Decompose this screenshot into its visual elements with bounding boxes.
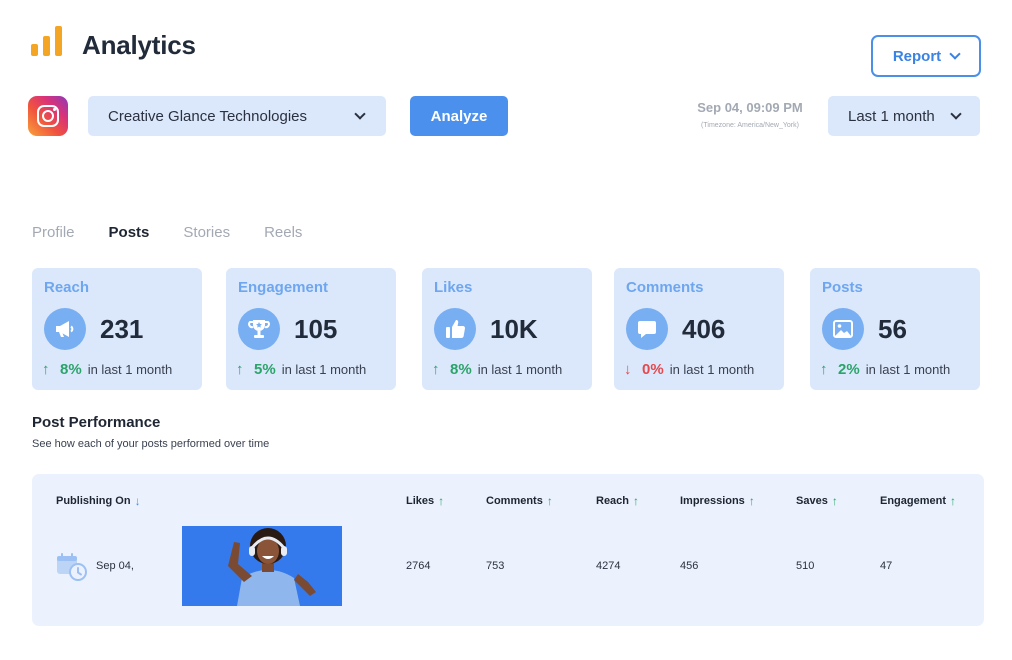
arrow-up-icon: ↑ bbox=[236, 361, 244, 378]
thumbs-up-icon bbox=[434, 308, 476, 350]
column-label: Publishing On bbox=[56, 495, 131, 507]
post-performance-table: Publishing On ↓ Likes ↑ Comments ↑ Reach… bbox=[32, 474, 984, 626]
stat-card-trend: ↑ 8% in last 1 month bbox=[42, 361, 172, 378]
column-label: Impressions bbox=[680, 495, 745, 507]
cell-reach: 4274 bbox=[596, 560, 621, 572]
tab-profile[interactable]: Profile bbox=[32, 224, 75, 241]
column-header-comments[interactable]: Comments ↑ bbox=[486, 494, 553, 508]
sort-arrow-up-icon: ↑ bbox=[546, 494, 553, 508]
image-icon bbox=[822, 308, 864, 350]
trend-period: in last 1 month bbox=[865, 362, 951, 377]
stat-card-comments: Comments 406 ↓ 0% in last 1 month bbox=[614, 268, 784, 390]
date-range-select[interactable]: Last 1 month bbox=[828, 96, 980, 136]
stat-card-trend: ↑ 2% in last 1 month bbox=[820, 361, 950, 378]
stat-card-value: 406 bbox=[682, 314, 726, 344]
date-range-value: Last 1 month bbox=[848, 107, 935, 125]
column-label: Saves bbox=[796, 495, 828, 507]
chevron-down-icon bbox=[949, 48, 961, 60]
stat-card-label: Reach bbox=[44, 279, 90, 296]
cell-date: Sep 04, bbox=[96, 560, 134, 572]
sort-arrow-up-icon: ↑ bbox=[950, 494, 957, 508]
trend-period: in last 1 month bbox=[669, 362, 755, 377]
stat-card-label: Engagement bbox=[238, 279, 329, 296]
chevron-down-icon bbox=[354, 108, 366, 120]
column-label: Engagement bbox=[880, 495, 947, 507]
stat-card-value: 10K bbox=[490, 314, 538, 344]
account-select[interactable]: Creative Glance Technologies bbox=[88, 96, 386, 136]
trend-percent: 8% bbox=[450, 361, 472, 378]
stat-card-trend: ↓ 0% in last 1 month bbox=[624, 361, 754, 378]
report-button[interactable]: Report bbox=[871, 35, 981, 77]
arrow-up-icon: ↑ bbox=[432, 361, 440, 378]
stat-card-posts: Posts 56 ↑ 2% in last 1 month bbox=[810, 268, 980, 390]
trophy-icon bbox=[238, 308, 280, 350]
tab-bar: Profile Posts Stories Reels bbox=[32, 224, 302, 241]
stat-card-trend: ↑ 5% in last 1 month bbox=[236, 361, 366, 378]
cell-comments: 753 bbox=[486, 560, 505, 572]
analytics-logo-icon bbox=[31, 26, 65, 56]
post-thumbnail-image[interactable] bbox=[182, 526, 342, 606]
sort-arrow-up-icon: ↑ bbox=[438, 494, 445, 508]
cell-likes: 2764 bbox=[406, 560, 431, 572]
column-label: Reach bbox=[596, 495, 630, 507]
sort-arrow-up-icon: ↑ bbox=[831, 494, 838, 508]
column-header-publishing-on[interactable]: Publishing On ↓ bbox=[56, 494, 141, 508]
page-title: Analytics bbox=[82, 30, 196, 60]
tab-stories[interactable]: Stories bbox=[183, 224, 230, 241]
trend-period: in last 1 month bbox=[87, 362, 173, 377]
stat-card-label: Posts bbox=[822, 279, 863, 296]
stat-card-trend: ↑ 8% in last 1 month bbox=[432, 361, 562, 378]
stat-card-label: Likes bbox=[434, 279, 473, 296]
stat-card-value: 231 bbox=[100, 314, 144, 344]
megaphone-icon bbox=[44, 308, 86, 350]
timezone-text: (Timezone: America/New_York) bbox=[701, 122, 799, 129]
cell-impressions: 456 bbox=[680, 560, 699, 572]
cell-saves: 510 bbox=[796, 560, 815, 572]
cell-engagement: 47 bbox=[880, 560, 893, 572]
stat-card-engagement: Engagement 105 ↑ 5% in last 1 month bbox=[226, 268, 396, 390]
column-header-likes[interactable]: Likes ↑ bbox=[406, 494, 444, 508]
account-select-value: Creative Glance Technologies bbox=[108, 107, 308, 125]
arrow-up-icon: ↑ bbox=[820, 361, 828, 378]
calendar-clock-icon bbox=[56, 552, 88, 582]
analyze-button[interactable]: Analyze bbox=[410, 96, 508, 136]
stat-card-value: 105 bbox=[294, 314, 338, 344]
column-label: Likes bbox=[406, 495, 435, 507]
chevron-down-icon bbox=[950, 108, 962, 120]
sort-arrow-down-icon: ↓ bbox=[134, 494, 141, 508]
trend-period: in last 1 month bbox=[477, 362, 563, 377]
datetime-text: Sep 04, 09:09 PM bbox=[697, 100, 803, 115]
stat-card-label: Comments bbox=[626, 279, 704, 296]
column-header-impressions[interactable]: Impressions ↑ bbox=[680, 494, 755, 508]
arrow-down-icon: ↓ bbox=[624, 361, 632, 378]
sort-arrow-up-icon: ↑ bbox=[633, 494, 640, 508]
section-subtitle: See how each of your posts performed ove… bbox=[32, 438, 270, 450]
trend-period: in last 1 month bbox=[281, 362, 367, 377]
column-header-reach[interactable]: Reach ↑ bbox=[596, 494, 639, 508]
tab-posts[interactable]: Posts bbox=[109, 224, 150, 241]
instagram-icon bbox=[28, 96, 68, 136]
section-title: Post Performance bbox=[32, 414, 161, 431]
stat-card-reach: Reach 231 ↑ 8% in last 1 month bbox=[32, 268, 202, 390]
stat-card-value: 56 bbox=[878, 314, 907, 344]
current-datetime: Sep 04, 09:09 PM (Timezone: America/New_… bbox=[690, 100, 810, 129]
sort-arrow-up-icon: ↑ bbox=[748, 494, 755, 508]
report-button-label: Report bbox=[892, 47, 942, 65]
trend-percent: 0% bbox=[642, 361, 664, 378]
trend-percent: 5% bbox=[254, 361, 276, 378]
column-label: Comments bbox=[486, 495, 543, 507]
stat-card-likes: Likes 10K ↑ 8% in last 1 month bbox=[422, 268, 592, 390]
arrow-up-icon: ↑ bbox=[42, 361, 50, 378]
column-header-engagement[interactable]: Engagement ↑ bbox=[880, 494, 956, 508]
column-header-saves[interactable]: Saves ↑ bbox=[796, 494, 838, 508]
trend-percent: 8% bbox=[60, 361, 82, 378]
trend-percent: 2% bbox=[838, 361, 860, 378]
tab-reels[interactable]: Reels bbox=[264, 224, 302, 241]
comment-icon bbox=[626, 308, 668, 350]
